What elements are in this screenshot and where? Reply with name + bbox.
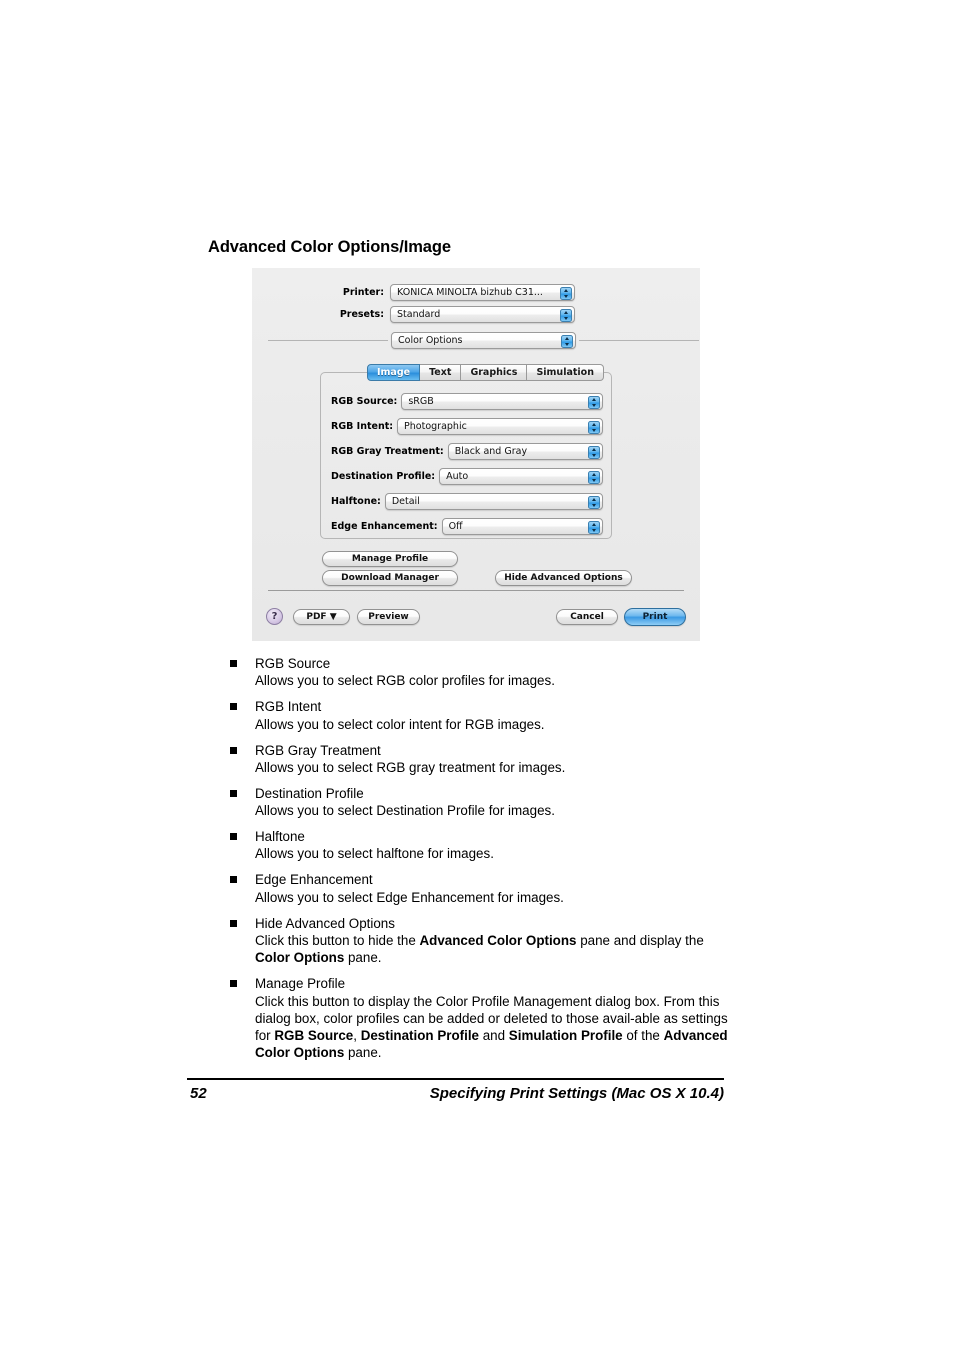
square-bullet-icon (230, 660, 237, 667)
divider-right (579, 340, 699, 341)
rgb-gray-treatment-popup[interactable]: Black and Gray (447, 443, 603, 460)
print-button[interactable]: Print (624, 608, 686, 626)
list-item-term: Manage Profile (255, 976, 346, 992)
halftone-label: Halftone: (331, 496, 381, 507)
bottom-divider (268, 590, 684, 591)
chevron-updown-icon[interactable] (560, 308, 572, 322)
tab-text[interactable]: Text (420, 364, 462, 381)
rgb-gray-treatment-label: RGB Gray Treatment: (331, 446, 444, 457)
option-description-list: RGB Source Allows you to select RGB colo… (230, 655, 730, 1070)
square-bullet-icon (230, 703, 237, 711)
list-item-desc: Allows you to select Edge Enhancement fo… (255, 889, 564, 905)
manage-profile-button[interactable]: Manage Profile (322, 551, 458, 567)
divider-left (268, 340, 388, 341)
hide-advanced-options-button[interactable]: Hide Advanced Options (495, 570, 632, 586)
square-bullet-icon (230, 789, 237, 797)
list-item-desc: Allows you to select RGB gray treatment … (255, 759, 566, 775)
edge-enhancement-label: Edge Enhancement: (331, 521, 438, 532)
halftone-value: Detail (391, 496, 420, 507)
chevron-updown-icon[interactable] (560, 286, 572, 300)
rgb-intent-row: RGB Intent: Photographic (331, 418, 603, 435)
edge-enhancement-row: Edge Enhancement: Off (331, 518, 603, 535)
list-item-desc: Click this button to display the Color P… (255, 993, 728, 1061)
pane-popup[interactable]: Color Options (391, 332, 576, 349)
list-item-desc: Allows you to select halftone for images… (255, 846, 494, 862)
list-item: RGB Gray Treatment Allows you to select … (230, 742, 730, 777)
rgb-gray-treatment-row: RGB Gray Treatment: Black and Gray (331, 443, 603, 460)
chevron-updown-icon[interactable] (588, 395, 600, 409)
chevron-updown-icon[interactable] (588, 420, 600, 434)
presets-popup-value: Standard (397, 309, 441, 320)
list-item: Hide Advanced Options Click this button … (230, 915, 730, 967)
list-item-term: RGB Intent (255, 699, 322, 715)
tab-bar: Image Text Graphics Simulation (367, 364, 604, 381)
pane-popup-value: Color Options (398, 335, 463, 346)
list-item-desc: Allows you to select RGB color profiles … (255, 673, 555, 689)
edge-enhancement-popup[interactable]: Off (441, 518, 603, 535)
list-item-term: Halftone (255, 829, 305, 845)
rgb-intent-label: RGB Intent: (331, 421, 394, 432)
destination-profile-label: Destination Profile: (331, 471, 436, 482)
preview-button[interactable]: Preview (357, 609, 420, 625)
presets-row: Presets: Standard (252, 306, 700, 323)
list-item-desc: Allows you to select Destination Profile… (255, 803, 555, 819)
pdf-menu-button[interactable]: PDF ▼ (293, 609, 350, 625)
image-tab-panel: RGB Source: sRGB RGB Intent: Photographi… (320, 372, 612, 539)
square-bullet-icon (230, 746, 237, 754)
list-item-term: Destination Profile (255, 785, 364, 801)
edge-enhancement-value: Off (448, 521, 463, 532)
tab-graphics[interactable]: Graphics (461, 364, 528, 381)
print-dialog: Printer: KONICA MINOLTA bizhub C31... Pr… (252, 268, 700, 641)
list-item-term: RGB Source (255, 656, 331, 671)
square-bullet-icon (230, 980, 237, 988)
destination-profile-value: Auto (446, 471, 469, 482)
page-title: Advanced Color Options/Image (208, 238, 451, 256)
printer-popup[interactable]: KONICA MINOLTA bizhub C31... (390, 284, 575, 301)
list-item: RGB Intent Allows you to select color in… (230, 698, 730, 733)
square-bullet-icon (230, 919, 237, 927)
chevron-updown-icon[interactable] (588, 520, 600, 534)
rgb-source-label: RGB Source: (331, 396, 398, 407)
presets-popup[interactable]: Standard (390, 306, 575, 323)
printer-popup-value: KONICA MINOLTA bizhub C31... (397, 287, 543, 298)
page-number: 52 (190, 1085, 207, 1102)
list-item-desc: Allows you to select color intent for RG… (255, 716, 545, 732)
tab-simulation[interactable]: Simulation (527, 364, 604, 381)
rgb-source-row: RGB Source: sRGB (331, 393, 603, 410)
rgb-source-value: sRGB (408, 396, 434, 407)
square-bullet-icon (230, 833, 237, 841)
tab-image[interactable]: Image (367, 364, 421, 381)
list-item: RGB Source Allows you to select RGB colo… (230, 655, 730, 690)
destination-profile-row: Destination Profile: Auto (331, 468, 603, 485)
chevron-updown-icon[interactable] (588, 495, 600, 509)
list-item-term: Edge Enhancement (255, 872, 373, 888)
rgb-source-popup[interactable]: sRGB (401, 393, 603, 410)
destination-profile-popup[interactable]: Auto (439, 468, 603, 485)
presets-label: Presets: (339, 309, 384, 320)
list-item-term: Hide Advanced Options (255, 915, 395, 931)
list-item-term: RGB Gray Treatment (255, 742, 381, 758)
list-item: Halftone Allows you to select halftone f… (230, 828, 730, 863)
footer-title: Specifying Print Settings (Mac OS X 10.4… (429, 1085, 724, 1102)
footer-divider (187, 1078, 724, 1080)
download-manager-button[interactable]: Download Manager (322, 570, 458, 586)
chevron-updown-icon[interactable] (588, 470, 600, 484)
cancel-button[interactable]: Cancel (556, 609, 618, 625)
list-item-desc: Click this button to hide the Advanced C… (255, 932, 704, 966)
help-icon[interactable]: ? (266, 608, 283, 625)
chevron-updown-icon[interactable] (588, 445, 600, 459)
rgb-gray-treatment-value: Black and Gray (454, 446, 528, 457)
halftone-row: Halftone: Detail (331, 493, 603, 510)
chevron-updown-icon[interactable] (561, 334, 573, 348)
printer-row: Printer: KONICA MINOLTA bizhub C31... (252, 284, 700, 301)
printer-label: Printer: (342, 287, 384, 298)
list-item: Manage Profile Click this button to disp… (230, 975, 730, 1061)
square-bullet-icon (230, 876, 237, 884)
pane-selector-row: Color Options (252, 332, 700, 349)
list-item: Edge Enhancement Allows you to select Ed… (230, 871, 730, 906)
halftone-popup[interactable]: Detail (384, 493, 603, 510)
rgb-intent-popup[interactable]: Photographic (397, 418, 603, 435)
rgb-intent-value: Photographic (404, 421, 467, 432)
list-item: Destination Profile Allows you to select… (230, 785, 730, 820)
